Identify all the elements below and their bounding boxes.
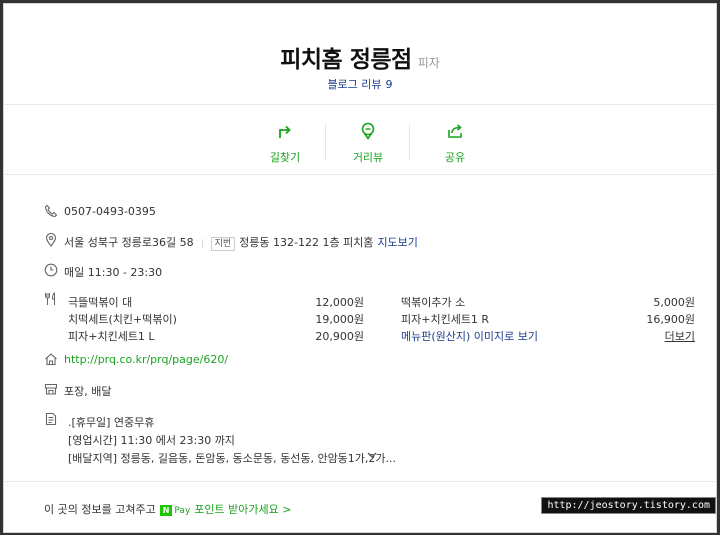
note-line: [영업시간] 11:30 에서 23:30 까지 — [68, 434, 235, 447]
place-panel: 피치홈 정릉점 피자 블로그 리뷰 9 길찾기 거리뷰 공유 0507-0493… — [3, 3, 717, 533]
fork-knife-icon — [45, 292, 55, 305]
note-line: .[휴무일] 연중무휴 — [68, 416, 155, 429]
menu-item-name: 피자+치킨세트1 R — [401, 313, 490, 326]
menu-item-price: 12,000원 — [315, 296, 364, 309]
address-text: 서울 성북구 정릉로36길 58 지번 정릉동 132-122 1층 피치홈 지도보기 — [64, 234, 418, 251]
menu-item-name: 극뜰떡볶이 대 — [68, 296, 133, 309]
directions-label: 길찾기 — [269, 151, 301, 164]
npay-word: Pay — [174, 506, 191, 516]
blog-review-link[interactable]: 블로그 리뷰 9 — [4, 76, 716, 92]
action-divider — [325, 124, 326, 160]
share-icon — [448, 124, 462, 138]
directions-button[interactable]: 길찾기 — [250, 122, 320, 165]
menu-item-price: 5,000원 — [653, 296, 695, 309]
homepage-link[interactable]: http://prq.co.kr/prq/page/620/ — [64, 353, 228, 366]
street-view-label: 거리뷰 — [352, 151, 384, 164]
directions-icon — [279, 125, 291, 138]
menu-image-link[interactable]: 메뉴판(원산지) 이미지로 보기 — [401, 328, 538, 344]
watermark: http://jeostory.tistory.com — [541, 497, 716, 514]
place-category: 피자 — [417, 56, 440, 70]
menu-item-name: 치떡세트(치킨+떡볶이) — [68, 313, 177, 326]
location-pin-icon — [361, 122, 375, 140]
chevron-down-icon[interactable] — [367, 451, 377, 459]
store-icon — [44, 383, 58, 395]
edit-info-text: 이 곳의 정보를 고쳐주고 N Pay 포인트 받아가세요 > — [44, 501, 291, 517]
menu-item-price: 20,900원 — [315, 330, 364, 343]
road-address: 서울 성북구 정릉로36길 58 — [64, 236, 194, 249]
map-view-link[interactable]: 지도보기 — [377, 236, 417, 249]
address-divider — [201, 238, 203, 248]
place-name: 피치홈 정릉점 — [280, 47, 412, 73]
place-header: 피치홈 정릉점 피자 블로그 리뷰 9 — [4, 4, 716, 105]
menu-item-price: 16,900원 — [646, 313, 695, 326]
services-text: 포장, 배달 — [64, 385, 112, 398]
clock-icon — [44, 263, 58, 277]
action-bar: 길찾기 거리뷰 공유 — [4, 104, 716, 175]
jibun-tag: 지번 — [210, 237, 236, 251]
phone-icon — [44, 204, 58, 218]
hours-text: 매일 11:30 - 23:30 — [64, 266, 163, 279]
street-view-button[interactable]: 거리뷰 — [333, 122, 403, 165]
jibun-address: 정릉동 132-122 1층 피치홈 — [239, 236, 374, 249]
share-button[interactable]: 공유 — [420, 122, 490, 165]
review-count: 9 — [385, 78, 393, 91]
note-line: [배달지역] 정릉동, 길음동, 돈암동, 동소문동, 동선동, 안암동1가,2… — [68, 452, 397, 465]
footer-message: 이 곳의 정보를 고쳐주고 — [44, 503, 156, 516]
npay-badge: N — [159, 505, 173, 516]
document-icon — [45, 412, 57, 426]
phone-number[interactable]: 0507-0493-0395 — [64, 205, 156, 218]
menu-item-price: 19,000원 — [315, 313, 364, 326]
home-icon — [45, 353, 57, 366]
menu-more-link[interactable]: 더보기 — [665, 328, 695, 344]
title-row: 피치홈 정릉점 피자 — [4, 40, 716, 74]
menu-item-name: 떡볶이추가 소 — [401, 296, 466, 309]
menu-item-name: 피자+치킨세트1 L — [68, 330, 155, 343]
review-label: 블로그 리뷰 — [327, 78, 382, 91]
map-pin-icon — [45, 233, 57, 247]
earn-points-link[interactable]: 포인트 받아가세요 > — [194, 503, 291, 516]
share-label: 공유 — [444, 151, 466, 164]
action-divider — [409, 124, 410, 160]
